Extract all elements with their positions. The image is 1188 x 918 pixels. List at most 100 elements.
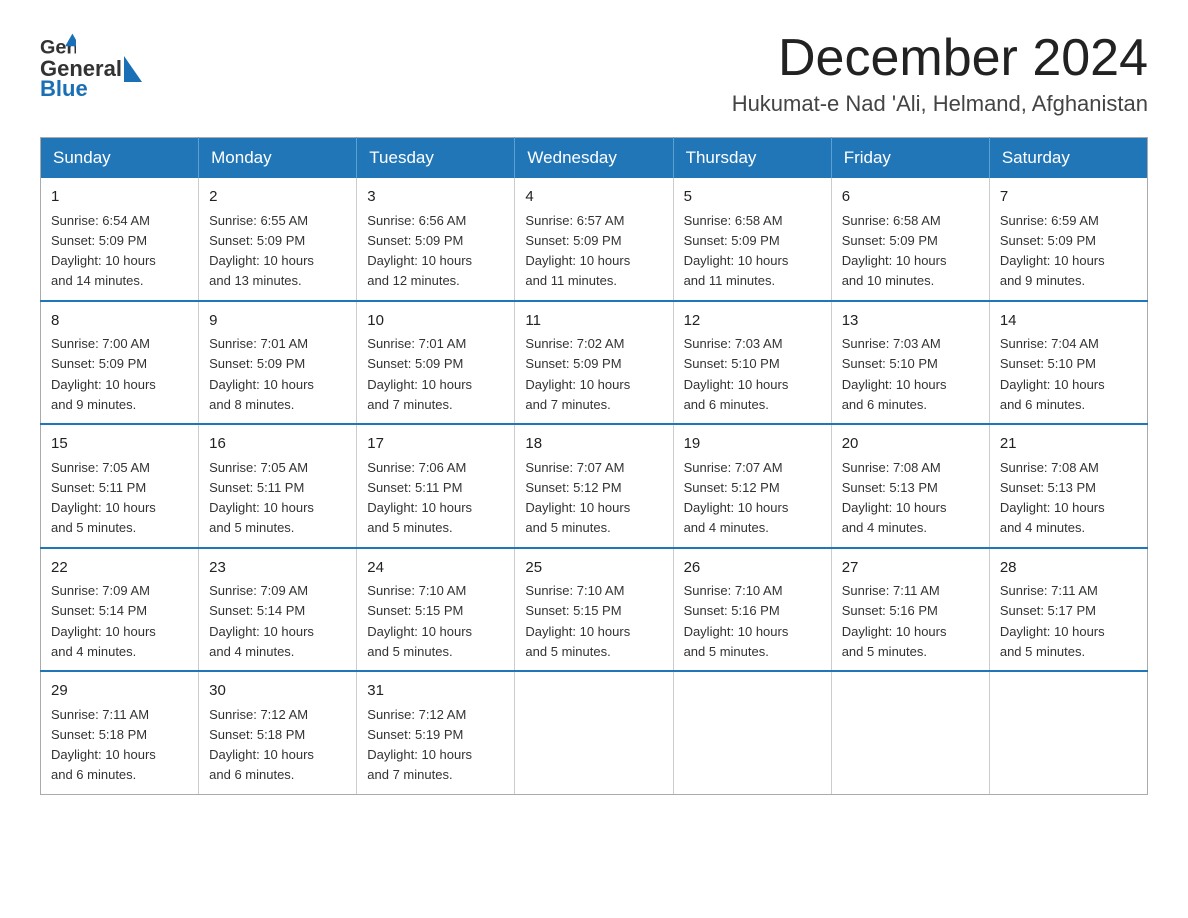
day-daylight-line2: and 12 minutes. xyxy=(367,273,460,288)
day-sunset: Sunset: 5:18 PM xyxy=(209,727,305,742)
day-daylight-line1: Daylight: 10 hours xyxy=(209,624,314,639)
day-sunset: Sunset: 5:09 PM xyxy=(842,233,938,248)
day-daylight-line2: and 4 minutes. xyxy=(684,520,769,535)
day-daylight-line1: Daylight: 10 hours xyxy=(684,377,789,392)
day-sunrise: Sunrise: 7:04 AM xyxy=(1000,336,1099,351)
day-daylight-line1: Daylight: 10 hours xyxy=(842,500,947,515)
calendar-day-cell xyxy=(515,671,673,794)
day-number: 14 xyxy=(1000,310,1137,333)
day-sunset: Sunset: 5:18 PM xyxy=(51,727,147,742)
day-sunrise: Sunrise: 7:03 AM xyxy=(842,336,941,351)
calendar-day-cell: 7 Sunrise: 6:59 AM Sunset: 5:09 PM Dayli… xyxy=(989,178,1147,301)
calendar-day-cell: 9 Sunrise: 7:01 AM Sunset: 5:09 PM Dayli… xyxy=(199,301,357,425)
day-sunset: Sunset: 5:16 PM xyxy=(842,603,938,618)
day-sunrise: Sunrise: 7:08 AM xyxy=(842,460,941,475)
day-of-week-header: Wednesday xyxy=(515,138,673,179)
location-subtitle: Hukumat-e Nad 'Ali, Helmand, Afghanistan xyxy=(732,91,1148,117)
calendar-day-cell: 1 Sunrise: 6:54 AM Sunset: 5:09 PM Dayli… xyxy=(41,178,199,301)
day-sunset: Sunset: 5:12 PM xyxy=(684,480,780,495)
title-area: December 2024 Hukumat-e Nad 'Ali, Helman… xyxy=(732,30,1148,117)
calendar-week-row: 29 Sunrise: 7:11 AM Sunset: 5:18 PM Dayl… xyxy=(41,671,1148,794)
day-daylight-line1: Daylight: 10 hours xyxy=(1000,253,1105,268)
day-sunrise: Sunrise: 7:10 AM xyxy=(367,583,466,598)
day-daylight-line1: Daylight: 10 hours xyxy=(525,377,630,392)
day-daylight-line1: Daylight: 10 hours xyxy=(525,500,630,515)
day-sunset: Sunset: 5:09 PM xyxy=(209,356,305,371)
day-of-week-header: Tuesday xyxy=(357,138,515,179)
day-daylight-line2: and 7 minutes. xyxy=(367,767,452,782)
day-sunrise: Sunrise: 6:56 AM xyxy=(367,213,466,228)
day-daylight-line2: and 14 minutes. xyxy=(51,273,144,288)
day-number: 28 xyxy=(1000,557,1137,580)
day-daylight-line1: Daylight: 10 hours xyxy=(367,253,472,268)
day-daylight-line2: and 5 minutes. xyxy=(51,520,136,535)
day-number: 22 xyxy=(51,557,188,580)
day-sunrise: Sunrise: 7:00 AM xyxy=(51,336,150,351)
day-daylight-line2: and 6 minutes. xyxy=(842,397,927,412)
day-daylight-line1: Daylight: 10 hours xyxy=(1000,377,1105,392)
day-sunrise: Sunrise: 7:05 AM xyxy=(209,460,308,475)
calendar-day-cell: 16 Sunrise: 7:05 AM Sunset: 5:11 PM Dayl… xyxy=(199,424,357,548)
calendar-day-cell: 18 Sunrise: 7:07 AM Sunset: 5:12 PM Dayl… xyxy=(515,424,673,548)
day-daylight-line2: and 4 minutes. xyxy=(51,644,136,659)
day-daylight-line2: and 5 minutes. xyxy=(367,520,452,535)
day-daylight-line1: Daylight: 10 hours xyxy=(51,747,156,762)
day-daylight-line2: and 13 minutes. xyxy=(209,273,302,288)
calendar-day-cell: 27 Sunrise: 7:11 AM Sunset: 5:16 PM Dayl… xyxy=(831,548,989,672)
day-number: 21 xyxy=(1000,433,1137,456)
day-sunrise: Sunrise: 7:07 AM xyxy=(525,460,624,475)
day-number: 20 xyxy=(842,433,979,456)
day-sunset: Sunset: 5:10 PM xyxy=(684,356,780,371)
day-number: 11 xyxy=(525,310,662,333)
logo-text-blue: Blue xyxy=(40,76,88,101)
day-sunrise: Sunrise: 7:11 AM xyxy=(51,707,149,722)
day-sunrise: Sunrise: 7:05 AM xyxy=(51,460,150,475)
calendar-header: SundayMondayTuesdayWednesdayThursdayFrid… xyxy=(41,138,1148,179)
day-of-week-header: Monday xyxy=(199,138,357,179)
day-sunset: Sunset: 5:09 PM xyxy=(525,356,621,371)
day-sunset: Sunset: 5:12 PM xyxy=(525,480,621,495)
day-sunset: Sunset: 5:09 PM xyxy=(51,233,147,248)
day-of-week-header: Thursday xyxy=(673,138,831,179)
day-daylight-line1: Daylight: 10 hours xyxy=(1000,624,1105,639)
day-sunrise: Sunrise: 7:11 AM xyxy=(1000,583,1098,598)
day-sunrise: Sunrise: 7:07 AM xyxy=(684,460,783,475)
day-daylight-line2: and 9 minutes. xyxy=(51,397,136,412)
day-number: 23 xyxy=(209,557,346,580)
day-number: 26 xyxy=(684,557,821,580)
day-sunset: Sunset: 5:11 PM xyxy=(209,480,304,495)
day-sunrise: Sunrise: 6:58 AM xyxy=(842,213,941,228)
calendar-day-cell: 20 Sunrise: 7:08 AM Sunset: 5:13 PM Dayl… xyxy=(831,424,989,548)
calendar-table: SundayMondayTuesdayWednesdayThursdayFrid… xyxy=(40,137,1148,795)
calendar-day-cell: 6 Sunrise: 6:58 AM Sunset: 5:09 PM Dayli… xyxy=(831,178,989,301)
calendar-day-cell: 15 Sunrise: 7:05 AM Sunset: 5:11 PM Dayl… xyxy=(41,424,199,548)
calendar-day-cell: 22 Sunrise: 7:09 AM Sunset: 5:14 PM Dayl… xyxy=(41,548,199,672)
day-sunrise: Sunrise: 7:03 AM xyxy=(684,336,783,351)
calendar-day-cell: 25 Sunrise: 7:10 AM Sunset: 5:15 PM Dayl… xyxy=(515,548,673,672)
day-daylight-line2: and 9 minutes. xyxy=(1000,273,1085,288)
day-sunrise: Sunrise: 7:01 AM xyxy=(209,336,308,351)
day-daylight-line1: Daylight: 10 hours xyxy=(684,624,789,639)
day-number: 13 xyxy=(842,310,979,333)
calendar-week-row: 15 Sunrise: 7:05 AM Sunset: 5:11 PM Dayl… xyxy=(41,424,1148,548)
day-number: 17 xyxy=(367,433,504,456)
day-daylight-line1: Daylight: 10 hours xyxy=(51,253,156,268)
page-header: General General Blue December 2024 Hukum… xyxy=(40,30,1148,117)
day-number: 5 xyxy=(684,186,821,209)
calendar-day-cell: 2 Sunrise: 6:55 AM Sunset: 5:09 PM Dayli… xyxy=(199,178,357,301)
day-sunset: Sunset: 5:09 PM xyxy=(1000,233,1096,248)
calendar-day-cell: 23 Sunrise: 7:09 AM Sunset: 5:14 PM Dayl… xyxy=(199,548,357,672)
logo: General General Blue xyxy=(40,30,144,102)
day-daylight-line2: and 4 minutes. xyxy=(842,520,927,535)
calendar-day-cell: 21 Sunrise: 7:08 AM Sunset: 5:13 PM Dayl… xyxy=(989,424,1147,548)
calendar-day-cell: 14 Sunrise: 7:04 AM Sunset: 5:10 PM Dayl… xyxy=(989,301,1147,425)
day-number: 8 xyxy=(51,310,188,333)
calendar-day-cell: 24 Sunrise: 7:10 AM Sunset: 5:15 PM Dayl… xyxy=(357,548,515,672)
day-daylight-line2: and 5 minutes. xyxy=(684,644,769,659)
day-sunset: Sunset: 5:09 PM xyxy=(367,356,463,371)
day-daylight-line1: Daylight: 10 hours xyxy=(367,747,472,762)
day-sunset: Sunset: 5:10 PM xyxy=(1000,356,1096,371)
day-sunrise: Sunrise: 7:12 AM xyxy=(367,707,466,722)
day-sunset: Sunset: 5:16 PM xyxy=(684,603,780,618)
day-daylight-line1: Daylight: 10 hours xyxy=(209,747,314,762)
